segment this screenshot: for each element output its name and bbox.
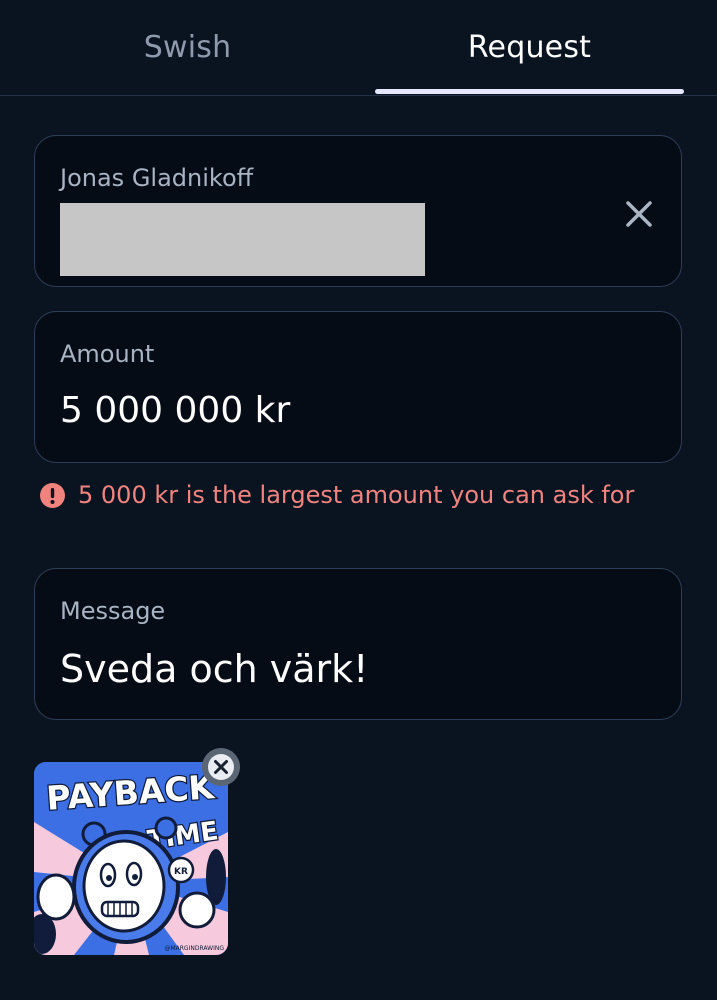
- message-label: Message: [60, 597, 166, 625]
- redacted-phone-number: [60, 203, 425, 276]
- recipient-field[interactable]: Jonas Gladnikoff: [34, 135, 682, 287]
- amount-value[interactable]: 5 000 000 kr: [60, 390, 290, 431]
- tab-request[interactable]: Request: [375, 30, 684, 65]
- amount-label: Amount: [60, 340, 155, 368]
- error-message: 5 000 kr is the largest amount you can a…: [78, 481, 635, 509]
- alert-icon: [40, 483, 65, 508]
- recipient-name: Jonas Gladnikoff: [60, 164, 254, 192]
- amount-field[interactable]: Amount 5 000 000 kr: [34, 311, 682, 463]
- message-value[interactable]: Sveda och värk!: [60, 647, 368, 691]
- active-tab-indicator: [375, 89, 684, 94]
- artist-credit: @MARGINDRAWING: [164, 945, 224, 952]
- close-icon[interactable]: [621, 196, 657, 232]
- remove-sticker-button[interactable]: [202, 748, 240, 786]
- tab-bar: Swish Request: [0, 0, 717, 96]
- payback-time-sticker[interactable]: PAYBACK TIME KR @MARGINDRAWING: [34, 762, 228, 955]
- message-field[interactable]: Message Sveda och värk!: [34, 568, 682, 720]
- coin-label: KR: [174, 867, 188, 877]
- tab-swish[interactable]: Swish: [0, 30, 375, 65]
